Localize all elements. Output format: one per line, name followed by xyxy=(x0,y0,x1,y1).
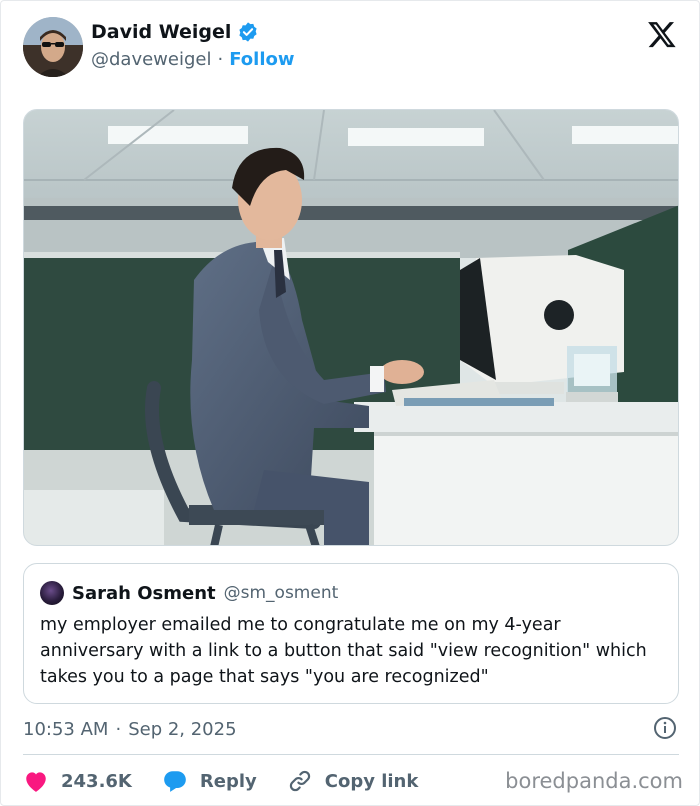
quoted-tweet-header: Sarah Osment @sm_osment xyxy=(40,580,662,606)
author-handle-row: @daveweigel · Follow xyxy=(91,49,295,70)
timestamp-separator: · xyxy=(115,718,122,740)
handle-separator: · xyxy=(217,49,224,70)
quoted-author-handle[interactable]: @sm_osment xyxy=(224,583,339,603)
tweet-time: 10:53 AM xyxy=(23,718,109,740)
author-name-row: David Weigel xyxy=(91,21,259,43)
quoted-author-avatar[interactable] xyxy=(40,581,64,605)
quoted-tweet-text: my employer emailed me to congratulate m… xyxy=(40,615,647,687)
reply-bubble-icon xyxy=(162,769,188,793)
reply-label: Reply xyxy=(199,770,257,792)
author-handle[interactable]: @daveweigel xyxy=(91,49,211,70)
watermark-text: boredpanda.com xyxy=(505,769,683,793)
divider xyxy=(23,754,679,755)
copy-link-button[interactable]: Copy link xyxy=(287,768,419,794)
author-display-name[interactable]: David Weigel xyxy=(91,21,231,43)
quoted-author-name[interactable]: Sarah Osment xyxy=(72,583,216,604)
quoted-tweet[interactable]: Sarah Osment @sm_osment my employer emai… xyxy=(23,563,679,704)
tweet-media-image[interactable] xyxy=(23,109,679,546)
copy-link-label: Copy link xyxy=(324,770,419,792)
tweet-actions: 243.6K Reply Copy link xyxy=(23,765,448,797)
x-logo-icon[interactable] xyxy=(647,19,677,49)
info-icon[interactable] xyxy=(653,716,677,740)
link-icon xyxy=(287,768,313,794)
verified-badge-icon xyxy=(237,21,259,43)
tweet-date: Sep 2, 2025 xyxy=(128,718,237,740)
tweet-card: David Weigel @daveweigel · Follow Sarah … xyxy=(0,0,700,806)
author-avatar[interactable] xyxy=(23,17,83,77)
like-button[interactable]: 243.6K xyxy=(23,769,132,793)
reply-button[interactable]: Reply xyxy=(162,769,257,793)
follow-button[interactable]: Follow xyxy=(229,49,294,70)
like-count: 243.6K xyxy=(61,770,132,792)
tweet-timestamp[interactable]: 10:53 AM · Sep 2, 2025 xyxy=(23,714,679,744)
heart-icon xyxy=(23,769,49,793)
tweet-header: David Weigel @daveweigel · Follow xyxy=(23,17,679,79)
